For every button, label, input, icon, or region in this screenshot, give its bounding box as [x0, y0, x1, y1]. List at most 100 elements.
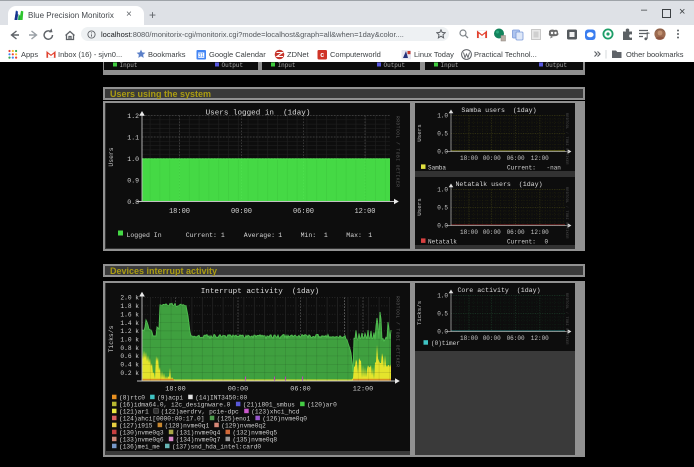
svg-text:0.2 k: 0.2 k [120, 370, 139, 377]
svg-text:(121)ar1: (121)ar1 [119, 408, 149, 415]
svg-text:(124)ahci[0000:00:17.0]: (124)ahci[0000:00:17.0] [119, 415, 204, 422]
svg-text:06:00: 06:00 [290, 386, 310, 394]
svg-text:0.4 k: 0.4 k [120, 362, 139, 369]
svg-text:00:00: 00:00 [483, 229, 501, 236]
svg-text:Users logged in (1day): Users logged in (1day) [206, 110, 311, 118]
svg-text:1.0: 1.0 [437, 293, 448, 300]
svg-text:(16)idma64.0, i2c_designware.0: (16)idma64.0, i2c_designware.0 [119, 401, 231, 408]
svg-text:0.6 k: 0.6 k [120, 353, 139, 360]
svg-text:0.5: 0.5 [437, 205, 448, 212]
svg-text:06:00: 06:00 [507, 229, 525, 236]
svg-text:0.0: 0.0 [437, 149, 448, 156]
svg-text:12:00: 12:00 [353, 386, 373, 394]
svg-text:0.8 k: 0.8 k [120, 345, 139, 352]
svg-text:Input: Input [120, 62, 138, 69]
svg-text:(120)ar0: (120)ar0 [307, 401, 337, 408]
svg-text:Users: Users [416, 124, 423, 141]
svg-text:(14)INT3450:00: (14)INT3450:00 [195, 394, 247, 401]
svg-text:(126)nvme0q0: (126)nvme0q0 [262, 415, 307, 422]
svg-text:00:00: 00:00 [483, 335, 501, 342]
svg-text:0.5: 0.5 [437, 311, 448, 318]
svg-text:Output: Output [384, 62, 406, 69]
svg-text:(135)nvme0q8: (135)nvme0q8 [233, 436, 278, 443]
svg-text:Output: Output [546, 62, 568, 69]
svg-text:Current:: Current: [507, 164, 536, 171]
svg-text:12:00: 12:00 [531, 229, 549, 236]
svg-text:(136)mei_me: (136)mei_me [119, 443, 160, 450]
svg-text:Samba: Samba [428, 164, 446, 171]
svg-text:(133)nvme0q6: (133)nvme0q6 [119, 436, 164, 443]
svg-text:1: 1 [278, 232, 282, 239]
svg-text:12:00: 12:00 [354, 208, 375, 216]
svg-text:(134)nvme0q7: (134)nvme0q7 [176, 436, 221, 443]
svg-text:Max:: Max: [346, 232, 362, 239]
svg-text:18:00: 18:00 [460, 155, 478, 162]
svg-text:Users: Users [416, 198, 423, 215]
svg-text:RRDTOOL / TOBI OETIKER: RRDTOOL / TOBI OETIKER [564, 293, 569, 345]
svg-text:1: 1 [221, 232, 225, 239]
svg-text:1.0: 1.0 [437, 187, 448, 194]
svg-text:-nan: -nan [547, 164, 562, 171]
svg-text:(9)acpi: (9)acpi [157, 394, 183, 401]
svg-text:Samba users (1day): Samba users (1day) [461, 107, 536, 114]
svg-text:1.0: 1.0 [437, 113, 448, 120]
svg-text:Core activity (1day): Core activity (1day) [457, 287, 540, 294]
svg-text:06:00: 06:00 [507, 335, 525, 342]
svg-text:(8)rtc0: (8)rtc0 [119, 394, 145, 401]
svg-text:Min:: Min: [301, 232, 317, 239]
svg-text:(123)xhci_hcd: (123)xhci_hcd [251, 408, 300, 415]
svg-text:1.8 k: 1.8 k [120, 303, 139, 310]
svg-text:Input: Input [278, 62, 296, 69]
svg-text:(127)i915: (127)i915 [119, 422, 153, 429]
svg-text:06:00: 06:00 [507, 155, 525, 162]
svg-text:1.2: 1.2 [127, 113, 139, 120]
svg-text:Netatalk users (1day): Netatalk users (1day) [455, 181, 542, 188]
svg-text:(125)eno1: (125)eno1 [217, 415, 251, 422]
svg-text:00:00: 00:00 [483, 155, 501, 162]
svg-text:18:00: 18:00 [169, 208, 190, 216]
svg-text:2.0 k: 2.0 k [120, 295, 139, 302]
svg-text:Ticks/s: Ticks/s [416, 301, 423, 325]
svg-text:1.6 k: 1.6 k [120, 311, 139, 318]
svg-text:Netatalk: Netatalk [428, 238, 457, 245]
svg-text:0.8: 0.8 [127, 199, 139, 206]
svg-text:18:00: 18:00 [460, 229, 478, 236]
svg-text:(21)i801_smbus: (21)i801_smbus [243, 401, 295, 408]
svg-text:00:00: 00:00 [228, 386, 248, 394]
svg-text:0.9: 0.9 [127, 177, 139, 184]
svg-text:(131)nvme0q4: (131)nvme0q4 [176, 429, 221, 436]
svg-text:c: c [320, 52, 324, 59]
svg-text:Input: Input [441, 62, 459, 69]
svg-text:(0)timer: (0)timer [431, 340, 460, 347]
svg-text:1: 1 [368, 232, 372, 239]
svg-text:(132)nvme0q5: (132)nvme0q5 [233, 429, 278, 436]
svg-text:1.4 k: 1.4 k [120, 320, 139, 327]
svg-text:1.0: 1.0 [127, 156, 139, 163]
svg-text:RRDTOOL / TOBI OETIKER: RRDTOOL / TOBI OETIKER [395, 116, 401, 188]
svg-text:00:00: 00:00 [231, 208, 252, 216]
svg-text:Logged In: Logged In [127, 232, 162, 239]
svg-text:Ticks/s: Ticks/s [108, 325, 115, 352]
svg-text:(122)aerdrv, pcie-dpc: (122)aerdrv, pcie-dpc [161, 408, 239, 415]
svg-text:Current:: Current: [186, 232, 217, 239]
svg-text:Users: Users [108, 147, 115, 166]
svg-text:1.1: 1.1 [127, 134, 139, 141]
svg-text:31: 31 [198, 53, 204, 59]
svg-text:(128)nvme0q1: (128)nvme0q1 [165, 422, 210, 429]
svg-text:Interrupt activity (1day): Interrupt activity (1day) [201, 288, 319, 296]
svg-text:12:00: 12:00 [531, 155, 549, 162]
svg-text:0.0: 0.0 [437, 223, 448, 230]
svg-text:1.2 k: 1.2 k [120, 328, 139, 335]
svg-text:(130)nvme0q3: (130)nvme0q3 [119, 429, 164, 436]
svg-text:RRDTOOL / TOBI OETIKER: RRDTOOL / TOBI OETIKER [395, 296, 401, 368]
svg-text:1: 1 [324, 232, 328, 239]
svg-text:(137)snd_hda_intel:card0: (137)snd_hda_intel:card0 [172, 443, 261, 450]
svg-text:Current:: Current: [507, 238, 536, 245]
svg-text:0.5: 0.5 [437, 131, 448, 138]
svg-text:1.0 k: 1.0 k [120, 337, 139, 344]
svg-text:(129)nvme0q2: (129)nvme0q2 [221, 422, 266, 429]
svg-text:RRDTOOL / TOBI OETIKER: RRDTOOL / TOBI OETIKER [564, 113, 569, 165]
svg-text:0.0: 0.0 [437, 329, 448, 336]
svg-text:RRDTOOL / TOBI OETIKER: RRDTOOL / TOBI OETIKER [564, 187, 569, 239]
svg-text:Average:: Average: [244, 232, 275, 239]
